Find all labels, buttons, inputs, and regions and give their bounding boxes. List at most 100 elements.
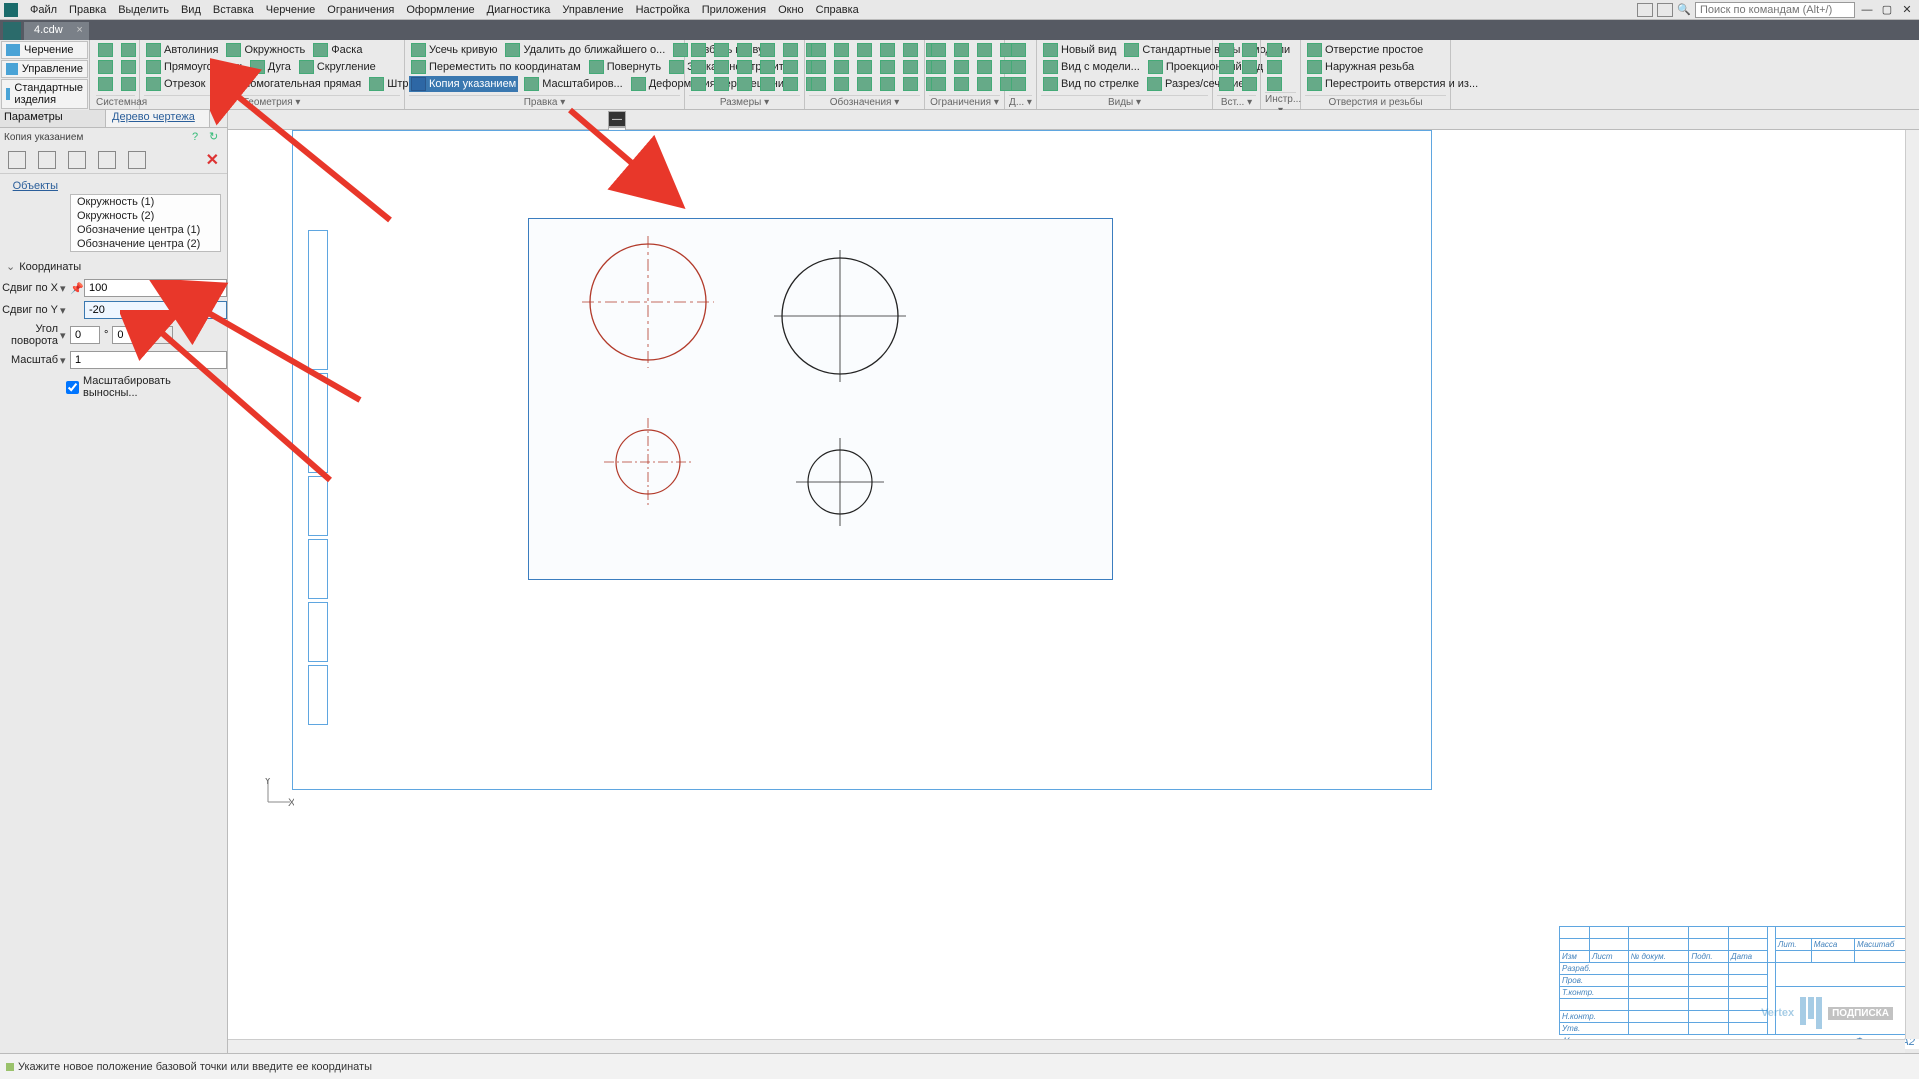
objects-list[interactable]: Окружность (1) Окружность (2) Обозначени… (70, 194, 221, 252)
c-2[interactable] (952, 42, 971, 58)
dim-7[interactable] (689, 59, 708, 75)
ins-4[interactable] (1240, 59, 1259, 75)
obj-item[interactable]: Окружность (1) (71, 195, 220, 209)
ws-std[interactable]: Стандартные изделия (1, 79, 88, 109)
dim-2[interactable] (712, 42, 731, 58)
pin-icon[interactable] (70, 304, 84, 316)
scale-callouts-checkbox[interactable] (66, 381, 79, 394)
ins-6[interactable] (1240, 76, 1259, 92)
tab-4cdw[interactable]: 4.cdw × (24, 22, 89, 40)
dim-1[interactable] (689, 42, 708, 58)
mk-10[interactable] (878, 59, 897, 75)
dim-17[interactable] (781, 76, 800, 92)
ribgroup-label[interactable]: Размеры ▾ (689, 95, 800, 109)
mk-14[interactable] (832, 76, 851, 92)
btn-movecoord[interactable]: Переместить по координатам (409, 59, 583, 75)
scale-input[interactable] (70, 351, 227, 369)
ws-drawing[interactable]: Черчение (1, 41, 88, 59)
mk-1[interactable] (809, 42, 828, 58)
coords-section-toggle[interactable]: ⌄ Координаты (0, 256, 227, 277)
menu-constraints[interactable]: Ограничения (321, 3, 400, 17)
ribgroup-label[interactable]: Ограничения ▾ (929, 95, 1000, 109)
menu-manage[interactable]: Управление (556, 3, 629, 17)
dim-9[interactable] (735, 59, 754, 75)
btn-auxline[interactable]: Вспомогательная прямая (211, 76, 363, 92)
c-7[interactable] (975, 59, 994, 75)
ribgroup-label[interactable]: Правка ▾ (409, 95, 680, 109)
circle-1-selected[interactable] (588, 240, 718, 370)
btn-trim[interactable]: Усечь кривую (409, 42, 499, 58)
layout-icon-2[interactable] (1657, 3, 1673, 17)
ins-5[interactable] (1217, 76, 1236, 92)
btn-segment[interactable]: Отрезок (144, 76, 207, 92)
angle-deg-input[interactable] (70, 326, 100, 344)
btn-new[interactable] (96, 42, 115, 58)
pin-icon[interactable]: 📌 (70, 282, 84, 295)
mode-icon-3[interactable] (68, 151, 86, 169)
mk-2[interactable] (832, 42, 851, 58)
title-block[interactable]: Лит.МассаМасштаб ИзмЛист№ докум.Подп.Дат… (1559, 926, 1919, 1049)
dropdown-icon[interactable]: ▾ (60, 282, 70, 295)
panel-title-params[interactable]: Параметры (0, 110, 106, 127)
btn-save[interactable] (96, 59, 115, 75)
diag-1[interactable] (1009, 42, 1028, 58)
mk-4[interactable] (878, 42, 897, 58)
menu-settings[interactable]: Настройка (630, 3, 696, 17)
obj-item[interactable]: Окружность (2) (71, 209, 220, 223)
ribgroup-label[interactable]: Д... ▾ (1009, 95, 1032, 109)
circle-2-copy[interactable] (804, 446, 884, 526)
c-11[interactable] (975, 76, 994, 92)
c-5[interactable] (929, 59, 948, 75)
dim-16[interactable] (758, 76, 777, 92)
mode-icon-5[interactable] (128, 151, 146, 169)
dim-11[interactable] (781, 59, 800, 75)
ins-2[interactable] (1240, 42, 1259, 58)
btn-copy-by-point[interactable]: Копия указанием (409, 76, 518, 92)
ribgroup-label[interactable]: Отверстия и резьбы (1305, 95, 1446, 109)
diag-2[interactable] (1009, 59, 1028, 75)
obj-item[interactable]: Обозначение центра (2) (71, 237, 220, 251)
ins-1[interactable] (1217, 42, 1236, 58)
angle-min-input[interactable] (112, 326, 142, 344)
mk-8[interactable] (832, 59, 851, 75)
mk-9[interactable] (855, 59, 874, 75)
ribgroup-label[interactable]: Виды ▾ (1041, 95, 1208, 109)
mode-icon-1[interactable] (8, 151, 26, 169)
menu-design[interactable]: Оформление (400, 3, 480, 17)
btn-newview[interactable]: Новый вид (1041, 42, 1118, 58)
mode-icon-2[interactable] (38, 151, 56, 169)
horizontal-scrollbar[interactable] (228, 1039, 1905, 1053)
panel-title-tree[interactable]: Дерево чертежа (106, 110, 209, 127)
mk-17[interactable] (901, 76, 920, 92)
tl-1[interactable] (1265, 42, 1284, 58)
btn-autoline[interactable]: Автолиния (144, 42, 220, 58)
ribgroup-label[interactable]: Обозначения ▾ (809, 95, 920, 109)
window-close[interactable]: ✕ (1899, 3, 1915, 17)
btn-rect[interactable]: Прямоугольник (144, 59, 244, 75)
c-6[interactable] (952, 59, 971, 75)
menu-file[interactable]: Файл (24, 3, 63, 17)
c-1[interactable] (929, 42, 948, 58)
shift-y-input[interactable] (84, 301, 227, 319)
c-9[interactable] (929, 76, 948, 92)
btn-redo[interactable] (119, 76, 138, 92)
obj-item[interactable]: Обозначение центра (1) (71, 223, 220, 237)
circle-1-copy[interactable] (780, 254, 910, 384)
menu-view[interactable]: Вид (175, 3, 207, 17)
help-icon[interactable]: ? (192, 131, 206, 145)
mk-16[interactable] (878, 76, 897, 92)
dropdown-icon[interactable]: ▾ (60, 354, 70, 367)
linestyle-picker[interactable]: — (608, 111, 626, 127)
diag-3[interactable] (1009, 76, 1028, 92)
dropdown-icon[interactable]: ▾ (60, 304, 70, 317)
btn-arc[interactable]: Дуга (248, 59, 293, 75)
ws-manage[interactable]: Управление (1, 60, 88, 78)
btn-hole[interactable]: Отверстие простое (1305, 42, 1425, 58)
mk-5[interactable] (901, 42, 920, 58)
shift-x-input[interactable] (84, 279, 227, 297)
layout-icon-1[interactable] (1637, 3, 1653, 17)
btn-undo[interactable] (96, 76, 115, 92)
gear-icon[interactable]: ⚙ (209, 110, 227, 127)
menu-window[interactable]: Окно (772, 3, 810, 17)
menu-apps[interactable]: Приложения (696, 3, 772, 17)
